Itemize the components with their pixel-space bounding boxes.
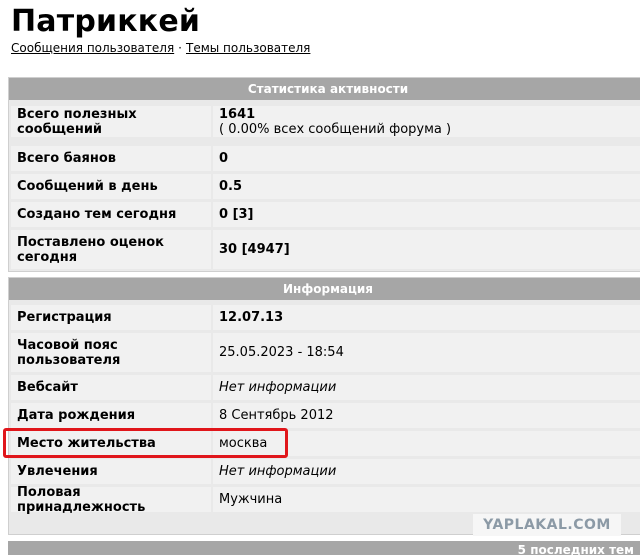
stats-row-total-posts: Всего полезных сообщений 1641 ( 0.00% вс… [11,106,640,137]
activity-stats-panel: Статистика активности Всего полезных соо… [8,77,640,272]
stats-label: Сообщений в день [11,174,211,199]
link-separator: · [178,41,182,55]
information-header: Информация [9,278,640,300]
stats-label: Поставлено оценок сегодня [11,230,211,269]
info-value: 25.05.2023 - 18:54 [213,333,640,372]
stats-value: 0.5 [213,174,640,199]
posts-share-value: ( 0.00% всех сообщений форума ) [219,121,452,137]
user-posts-link[interactable]: Сообщения пользователя [11,41,174,55]
site-watermark: YAPLAKAL.COM [473,514,621,536]
stats-row-bayans: Всего баянов 0 [11,146,640,171]
info-label: Половая принадлежность [11,485,211,515]
info-row-registration: Регистрация 12.07.13 [11,305,640,330]
stats-value: 0 [3] [213,202,640,227]
stats-row-topics-today: Создано тем сегодня 0 [3] [11,202,640,227]
location-highlight-box [3,428,288,458]
recent-topics-bar: 5 последних тем [8,541,640,557]
stats-value: 0 [213,146,640,171]
stats-value: 1641 ( 0.00% всех сообщений форума ) [213,106,640,137]
profile-links: Сообщения пользователя · Темы пользователя [11,41,310,55]
info-label: Увлечения [11,459,211,484]
stats-row-ratings-today: Поставлено оценок сегодня 30 [4947] [11,230,640,269]
info-row-birthday: Дата рождения 8 Сентябрь 2012 [11,403,640,428]
stats-label: Всего баянов [11,146,211,171]
info-label: Вебсайт [11,375,211,400]
page-title: Патриккей [11,4,201,39]
stats-label: Всего полезных сообщений [11,106,211,137]
info-value: 12.07.13 [213,305,640,330]
info-label: Дата рождения [11,403,211,428]
stats-row-posts-per-day: Сообщений в день 0.5 [11,174,640,199]
info-label: Регистрация [11,305,211,330]
info-value: 8 Сентябрь 2012 [213,403,640,428]
info-row-hobbies: Увлечения Нет информации [11,459,640,484]
user-topics-link[interactable]: Темы пользователя [186,41,310,55]
total-posts-value: 1641 [219,106,256,122]
info-row-gender: Половая принадлежность Мужчина [11,485,640,515]
activity-stats-header: Статистика активности [9,78,640,100]
stats-value: 30 [4947] [213,230,640,269]
info-value: Нет информации [213,459,640,484]
information-panel: Информация Регистрация 12.07.13 Часовой … [8,277,640,535]
info-row-website: Вебсайт Нет информации [11,375,640,400]
info-value: Нет информации [213,375,640,400]
info-value: Мужчина [213,487,640,512]
info-row-timezone: Часовой пояс пользователя 25.05.2023 - 1… [11,333,640,372]
info-label: Часовой пояс пользователя [11,333,211,372]
stats-label: Создано тем сегодня [11,202,211,227]
